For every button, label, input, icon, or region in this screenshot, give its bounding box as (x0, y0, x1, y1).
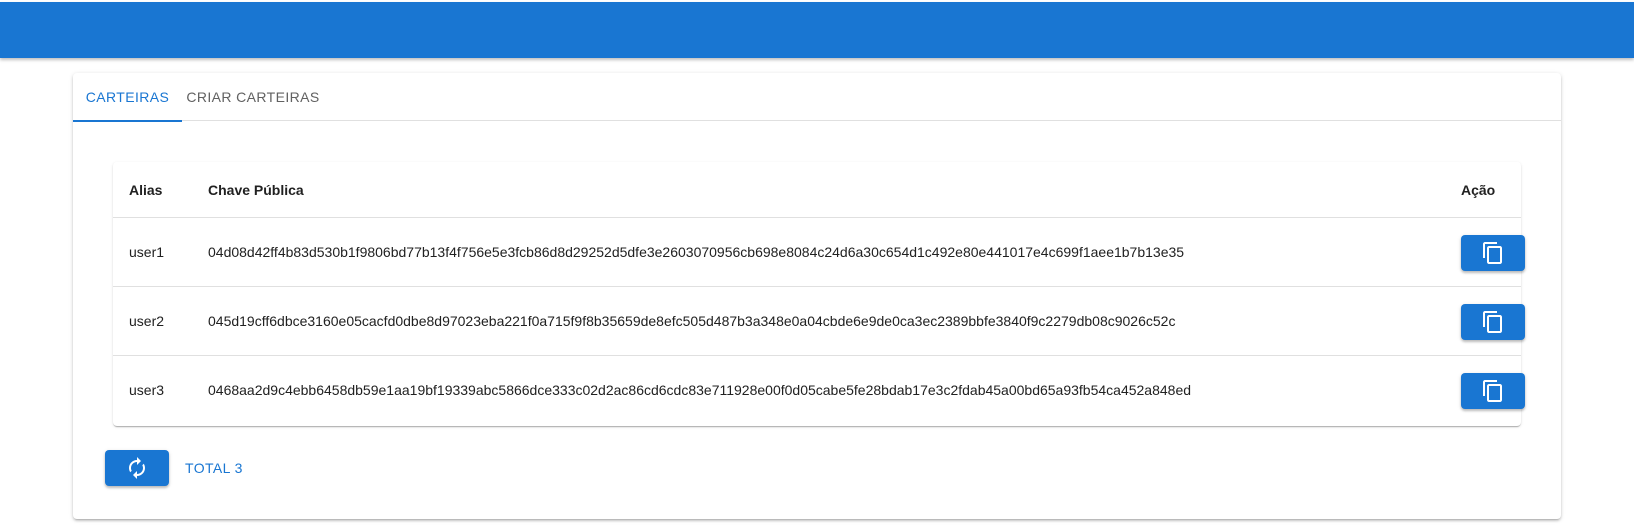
copy-button[interactable] (1461, 235, 1525, 271)
wallets-table: Alias Chave Pública Ação user1 04d08d42f… (113, 162, 1525, 426)
copy-icon (1483, 311, 1502, 333)
copy-button[interactable] (1461, 373, 1525, 409)
tab-carteiras-label: CARTEIRAS (85, 89, 170, 105)
table-header: Alias Chave Pública Ação (113, 162, 1521, 218)
table-row: user2 045d19cff6dbce3160e05cacfd0dbe8d97… (113, 287, 1525, 356)
tab-carteiras[interactable]: CARTEIRAS (73, 73, 182, 122)
cell-public-key: 0468aa2d9c4ebb6458db59e1aa19bf19339abc58… (208, 382, 1192, 398)
table-row: user1 04d08d42ff4b83d530b1f9806bd77b13f4… (113, 218, 1525, 287)
header-alias: Alias (129, 182, 163, 198)
total-count: TOTAL 3 (185, 460, 243, 476)
tab-bar: CARTEIRAS CRIAR CARTEIRAS (73, 73, 1561, 122)
cell-public-key: 04d08d42ff4b83d530b1f9806bd77b13f4f756e5… (208, 244, 1185, 260)
refresh-button[interactable] (105, 450, 169, 486)
table-row: user3 0468aa2d9c4ebb6458db59e1aa19bf1933… (113, 356, 1525, 425)
cell-public-key: 045d19cff6dbce3160e05cacfd0dbe8d97023eba… (208, 313, 1176, 329)
copy-icon (1483, 380, 1502, 402)
wallets-card: CARTEIRAS CRIAR CARTEIRAS Alias Chave Pú… (73, 73, 1561, 519)
active-tab-indicator (73, 120, 182, 122)
copy-icon (1483, 242, 1502, 264)
cell-alias: user1 (129, 244, 165, 260)
cell-alias: user2 (129, 313, 165, 329)
cell-alias: user3 (129, 382, 165, 398)
header-action: Ação (1461, 182, 1496, 198)
header-public-key: Chave Pública (208, 182, 304, 198)
refresh-icon (129, 457, 145, 479)
copy-button[interactable] (1461, 304, 1525, 340)
tab-criar-carteiras-label: CRIAR CARTEIRAS (186, 89, 320, 105)
tab-criar-carteiras[interactable]: CRIAR CARTEIRAS (182, 73, 324, 121)
app-bar (0, 2, 1634, 58)
